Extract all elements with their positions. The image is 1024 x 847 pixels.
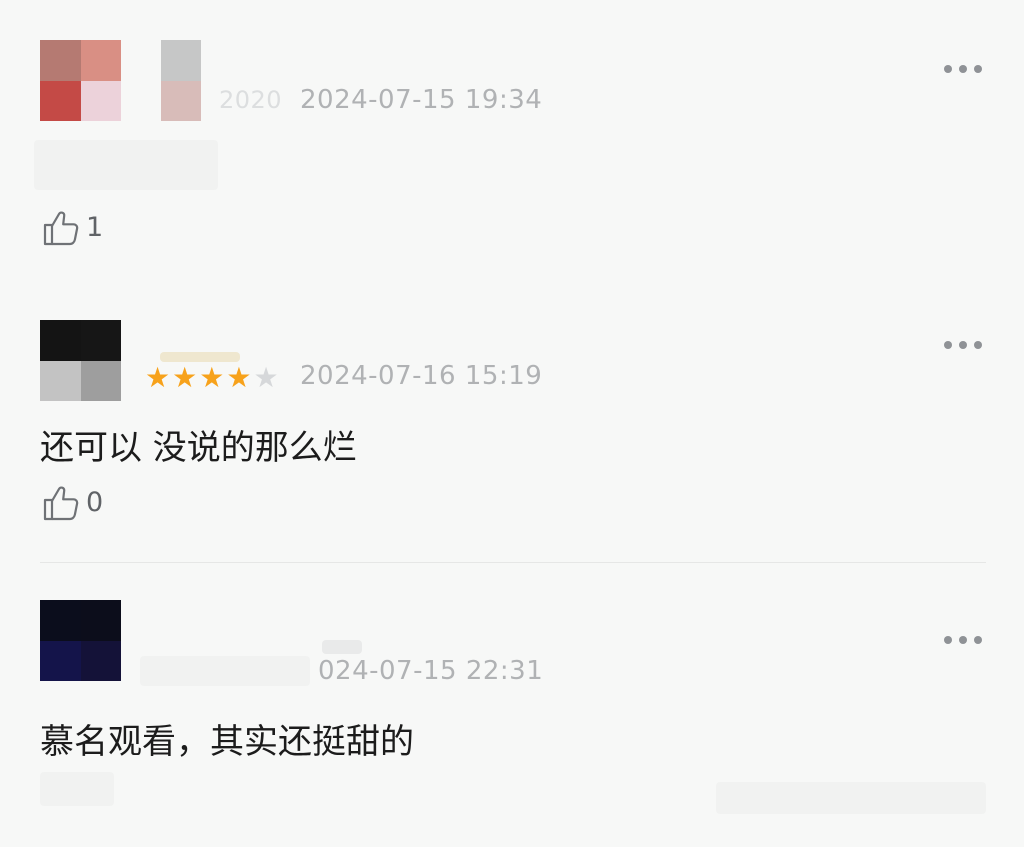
comment-item: 024-07-15 22:31 慕名观看，其实还挺甜的	[0, 0, 1024, 847]
more-options-icon[interactable]	[944, 635, 982, 645]
comment-text: 慕名观看，其实还挺甜的	[40, 722, 414, 762]
like-button-obscured	[40, 772, 114, 806]
username-obscured[interactable]	[322, 640, 362, 654]
comment-timestamp: 024-07-15 22:31	[318, 656, 544, 686]
username-obscured	[140, 656, 310, 686]
avatar[interactable]	[40, 600, 121, 681]
reply-area-obscured	[716, 782, 986, 814]
